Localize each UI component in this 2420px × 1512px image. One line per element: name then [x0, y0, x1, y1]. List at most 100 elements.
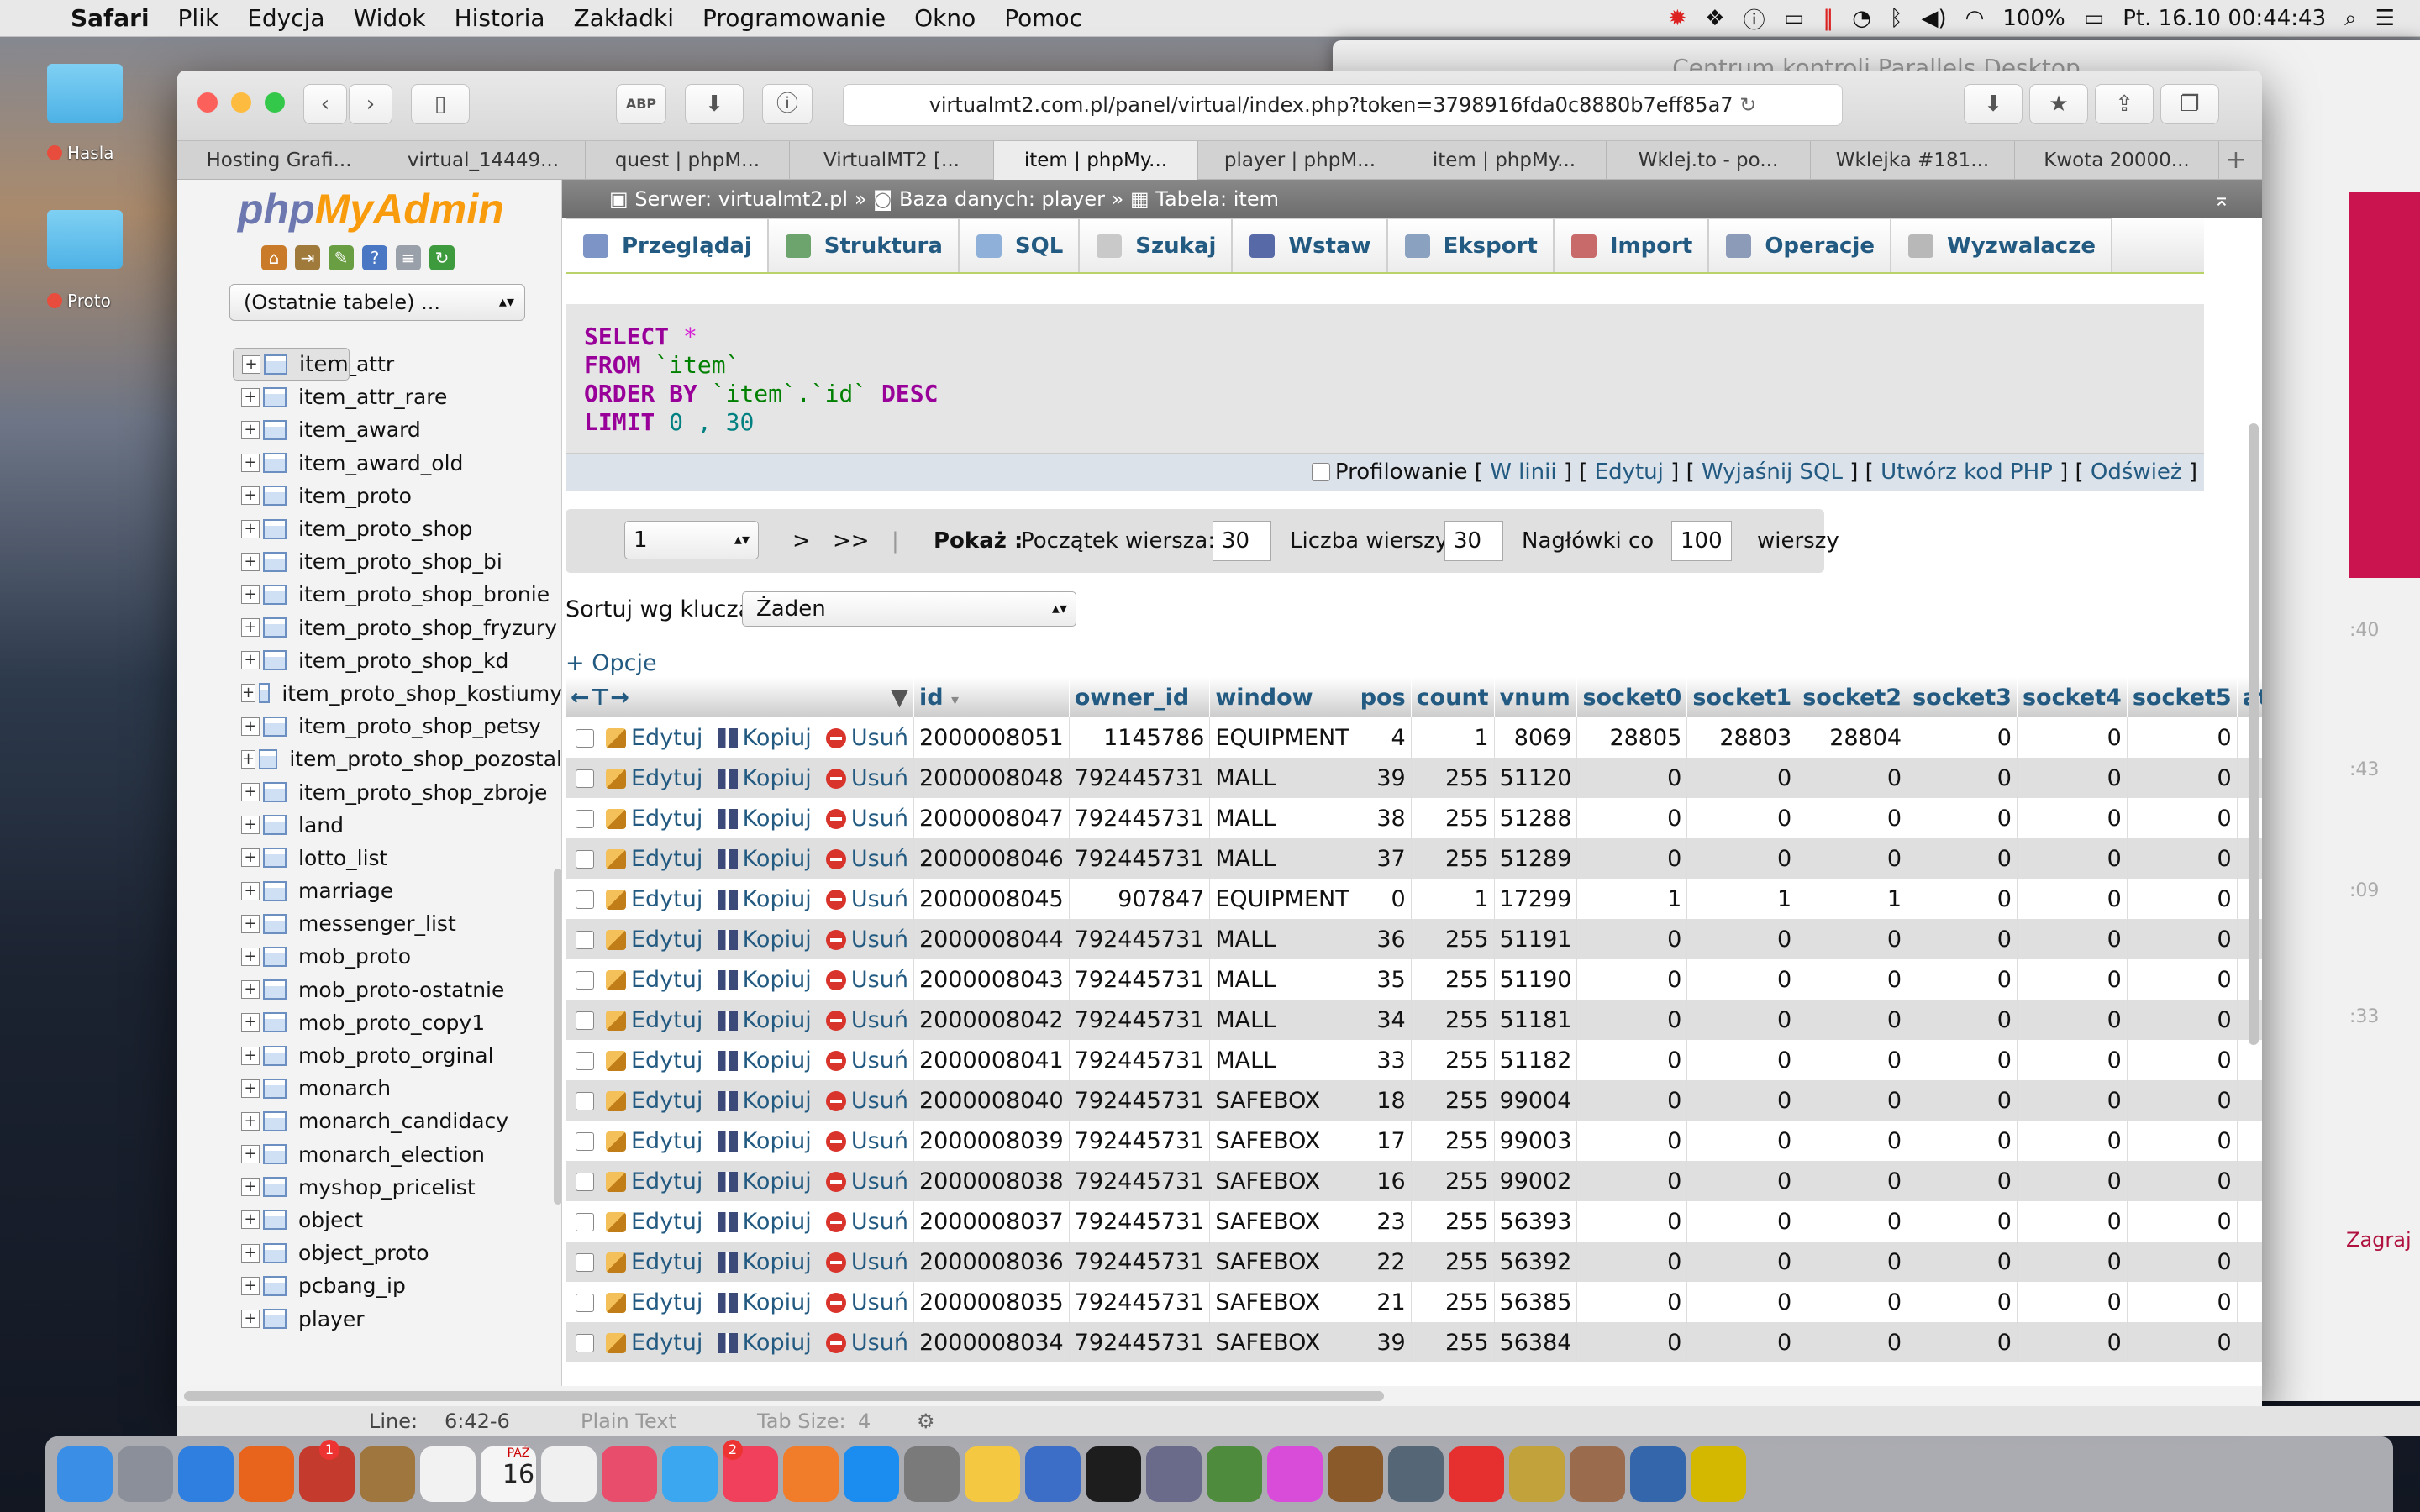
- table-tree-item[interactable]: + marriage: [233, 874, 561, 907]
- dock-app-icon[interactable]: [602, 1446, 657, 1502]
- horizontal-scrollbar[interactable]: [177, 1386, 2262, 1406]
- table-cell[interactable]: 33: [1355, 1040, 1412, 1080]
- delete-row-button[interactable]: Usuń: [825, 1088, 908, 1114]
- browser-tab[interactable]: Wklej.to - po...: [1607, 141, 1811, 180]
- expand-icon[interactable]: +: [241, 1210, 260, 1230]
- table-cell[interactable]: 255: [1411, 1161, 1495, 1201]
- table-cell[interactable]: MALL: [1209, 758, 1355, 798]
- table-tree-item[interactable]: + object: [233, 1204, 561, 1236]
- dock-app-icon[interactable]: [844, 1446, 899, 1502]
- copy-row-button[interactable]: Kopiuj: [717, 765, 812, 791]
- table-cell[interactable]: 0: [2127, 1080, 2238, 1121]
- table-cell[interactable]: 0: [1576, 1040, 1688, 1080]
- collapse-icon[interactable]: ⌅: [2213, 180, 2230, 218]
- table-cell[interactable]: 0: [1797, 1040, 1908, 1080]
- table-cell[interactable]: 2000008039: [913, 1121, 1070, 1161]
- table-cell[interactable]: 4: [1355, 717, 1412, 758]
- row-checkbox[interactable]: [576, 1131, 594, 1151]
- table-cell[interactable]: MALL: [1209, 919, 1355, 959]
- new-tab-icon[interactable]: +: [2219, 141, 2253, 180]
- table-tree-item[interactable]: + mob_proto: [233, 940, 561, 973]
- edit-row-button[interactable]: Edytuj: [606, 1330, 702, 1356]
- table-cell[interactable]: 0: [1355, 879, 1412, 919]
- table-cell[interactable]: 0: [1576, 798, 1688, 838]
- table-cell[interactable]: SAFEBOX: [1209, 1080, 1355, 1121]
- menu-edycja[interactable]: Edycja: [247, 4, 324, 32]
- sql-keyword[interactable]: SELECT: [584, 323, 669, 350]
- delete-row-button[interactable]: Usuń: [825, 927, 908, 953]
- expand-icon[interactable]: +: [241, 1145, 260, 1164]
- downloads-icon[interactable]: ⬇: [1964, 84, 2023, 124]
- share-icon[interactable]: ⇪: [2095, 84, 2154, 124]
- table-cell[interactable]: 8069: [1494, 717, 1578, 758]
- expand-icon[interactable]: +: [242, 354, 260, 374]
- expand-icon[interactable]: +: [241, 749, 256, 769]
- table-cell[interactable]: 0: [1686, 1161, 1798, 1201]
- logout-icon[interactable]: ⇥: [295, 245, 320, 270]
- table-tree-item[interactable]: + monarch_election: [233, 1138, 561, 1171]
- table-cell[interactable]: 16: [1355, 1161, 1412, 1201]
- row-checkbox[interactable]: [576, 1051, 594, 1070]
- table-name[interactable]: item_proto_shop_bi: [298, 549, 502, 574]
- table-tree-item[interactable]: + item_proto_shop_kd: [233, 644, 561, 677]
- table-cell[interactable]: 2000008047: [913, 798, 1070, 838]
- table-cell[interactable]: 0: [1576, 959, 1688, 1000]
- table-cell[interactable]: 0: [2237, 1121, 2262, 1161]
- column-header[interactable]: id ▾: [913, 677, 1070, 717]
- column-arrows-icon[interactable]: ←⊤→: [571, 685, 629, 711]
- dock-app-icon[interactable]: [1086, 1446, 1141, 1502]
- table-cell[interactable]: 0: [2127, 1121, 2238, 1161]
- table-name[interactable]: mob_proto: [298, 944, 411, 969]
- table-cell[interactable]: 2000008044: [913, 919, 1070, 959]
- table-cell[interactable]: MALL: [1209, 838, 1355, 879]
- table-cell[interactable]: SAFEBOX: [1209, 1121, 1355, 1161]
- calendar-icon[interactable]: PAŹ 16: [491, 1446, 546, 1502]
- table-cell[interactable]: 51181: [1494, 1000, 1578, 1040]
- table-cell[interactable]: 0: [2127, 758, 2238, 798]
- edit-sql-link[interactable]: Edytuj: [1595, 459, 1664, 485]
- browser-tab[interactable]: VirtualMT2 [...: [790, 141, 994, 180]
- table-cell[interactable]: 2000008041: [913, 1040, 1070, 1080]
- table-cell[interactable]: 1: [1411, 717, 1495, 758]
- bookmark-icon[interactable]: ★: [2029, 84, 2088, 124]
- table-cell[interactable]: 0: [1686, 1080, 1798, 1121]
- table-cell[interactable]: 51191: [1494, 919, 1578, 959]
- table-name[interactable]: myshop_pricelist: [298, 1175, 476, 1200]
- table-name[interactable]: mob_proto-ostatnie: [298, 978, 504, 1002]
- table-cell[interactable]: SAFEBOX: [1209, 1242, 1355, 1282]
- table-cell[interactable]: 0: [1686, 959, 1798, 1000]
- menu-plik[interactable]: Plik: [178, 4, 219, 32]
- expand-icon[interactable]: +: [241, 618, 260, 638]
- expand-icon[interactable]: +: [241, 1178, 260, 1197]
- delete-row-button[interactable]: Usuń: [825, 967, 908, 993]
- table-cell[interactable]: 2000008035: [913, 1282, 1070, 1322]
- edit-row-button[interactable]: Edytuj: [606, 967, 702, 993]
- table-cell[interactable]: 0: [2237, 1161, 2262, 1201]
- expand-icon[interactable]: +: [241, 552, 260, 571]
- battery-icon[interactable]: ▭: [2084, 6, 2105, 31]
- table-cell[interactable]: 0: [2017, 1322, 2128, 1362]
- row-checkbox[interactable]: [576, 1011, 594, 1030]
- table-cell[interactable]: 0: [1576, 1000, 1688, 1040]
- last-page-button[interactable]: >>: [833, 509, 870, 573]
- table-cell[interactable]: 0: [1576, 919, 1688, 959]
- create-php-link[interactable]: Utwórz kod PHP: [1881, 459, 2053, 485]
- folder-icon[interactable]: [47, 210, 123, 269]
- table-cell[interactable]: 0: [1907, 717, 2018, 758]
- table-name[interactable]: mob_proto_copy1: [298, 1011, 485, 1035]
- table-cell[interactable]: MALL: [1209, 1000, 1355, 1040]
- copy-row-button[interactable]: Kopiuj: [717, 1330, 812, 1356]
- table-cell[interactable]: 0: [1797, 838, 1908, 879]
- dock-app-icon[interactable]: [360, 1446, 415, 1502]
- table-cell[interactable]: MALL: [1209, 1040, 1355, 1080]
- table-cell[interactable]: 0: [1907, 1201, 2018, 1242]
- table-tree-item[interactable]: + item_proto_shop_petsy: [233, 710, 561, 743]
- table-cell[interactable]: 792445731: [1069, 1161, 1211, 1201]
- table-cell[interactable]: 255: [1411, 1201, 1495, 1242]
- table-cell[interactable]: 0: [2017, 959, 2128, 1000]
- table-cell[interactable]: 21: [1355, 1282, 1412, 1322]
- expand-icon[interactable]: +: [241, 1013, 260, 1032]
- home-icon[interactable]: ⌂: [261, 245, 287, 270]
- zoom-window-button[interactable]: [265, 92, 285, 113]
- table-cell[interactable]: MALL: [1209, 798, 1355, 838]
